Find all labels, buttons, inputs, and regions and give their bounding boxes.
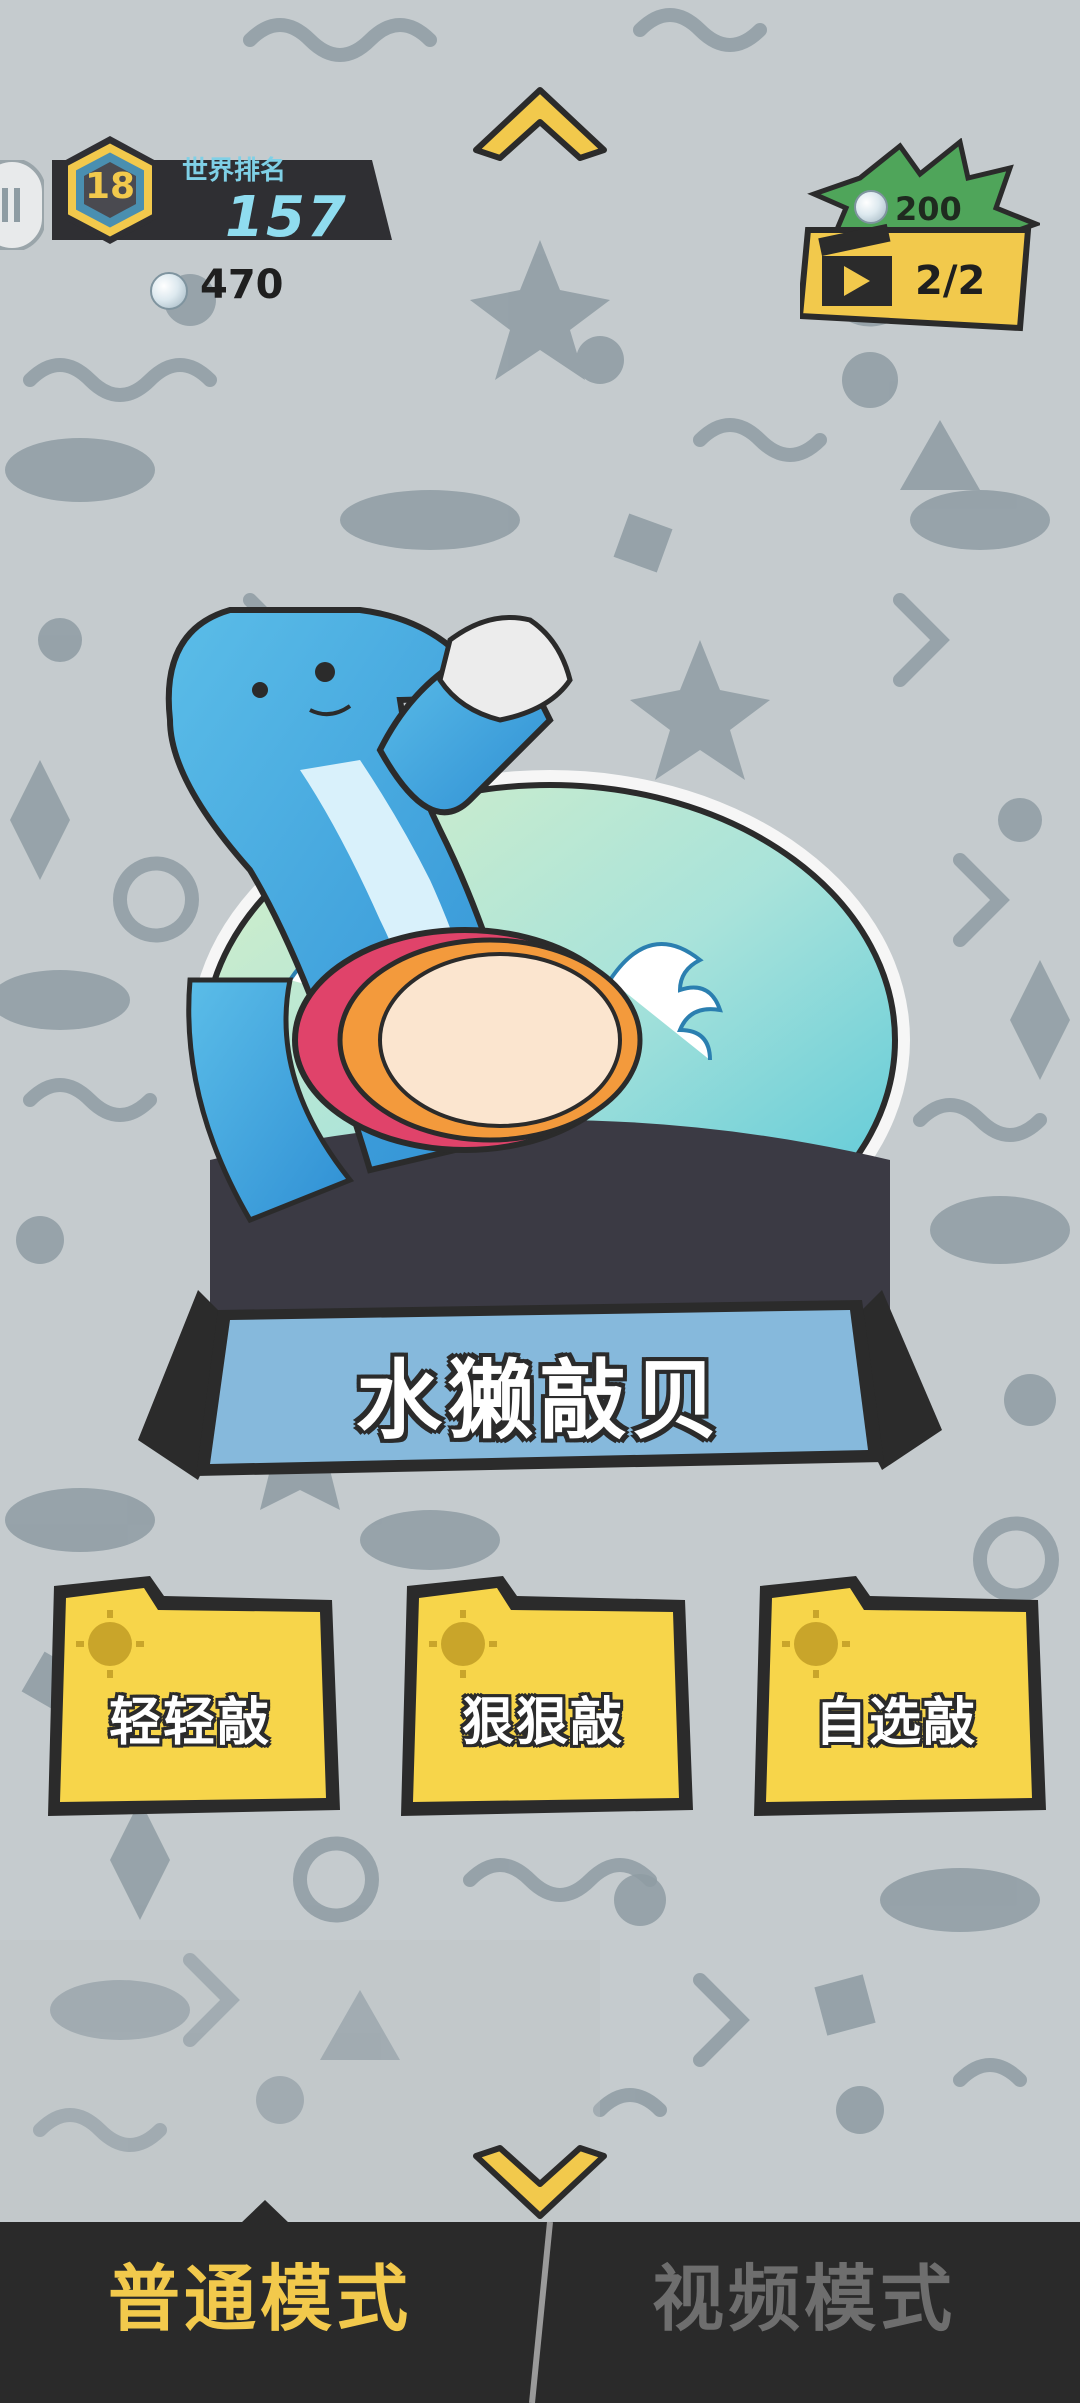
tab-divider	[529, 2222, 553, 2403]
option-tap-light-button[interactable]: 轻轻敲	[40, 1570, 350, 1820]
side-menu-tab[interactable]	[0, 160, 44, 250]
active-tab-pointer	[240, 2200, 290, 2224]
option-label: 自选敲	[814, 1693, 977, 1753]
tab-normal-mode[interactable]: 普通模式	[108, 2240, 412, 2345]
chevron-down-icon[interactable]	[470, 2142, 610, 2222]
reward-pearl-icon	[854, 190, 888, 224]
otter-illustration	[165, 607, 910, 1340]
tab-video-mode[interactable]: 视频模式	[652, 2240, 956, 2345]
rank-title: 世界排名	[182, 156, 287, 186]
video-reward-badge[interactable]	[800, 138, 1040, 338]
option-label: 狠狠敲	[461, 1693, 624, 1753]
level-number: 18	[84, 166, 136, 207]
pearl-count: 470	[200, 262, 284, 308]
option-tap-custom-button[interactable]: 自选敲	[746, 1570, 1056, 1820]
pearl-icon	[150, 272, 188, 310]
reward-amount: 200	[895, 190, 962, 228]
option-label: 轻轻敲	[108, 1693, 271, 1753]
chevron-up-icon[interactable]	[470, 84, 610, 164]
rank-value: 157	[225, 185, 348, 250]
option-tap-hard-button[interactable]: 狠狠敲	[393, 1570, 703, 1820]
game-title: 水獭敲贝	[356, 1351, 724, 1451]
video-counter: 2/2	[915, 258, 986, 304]
